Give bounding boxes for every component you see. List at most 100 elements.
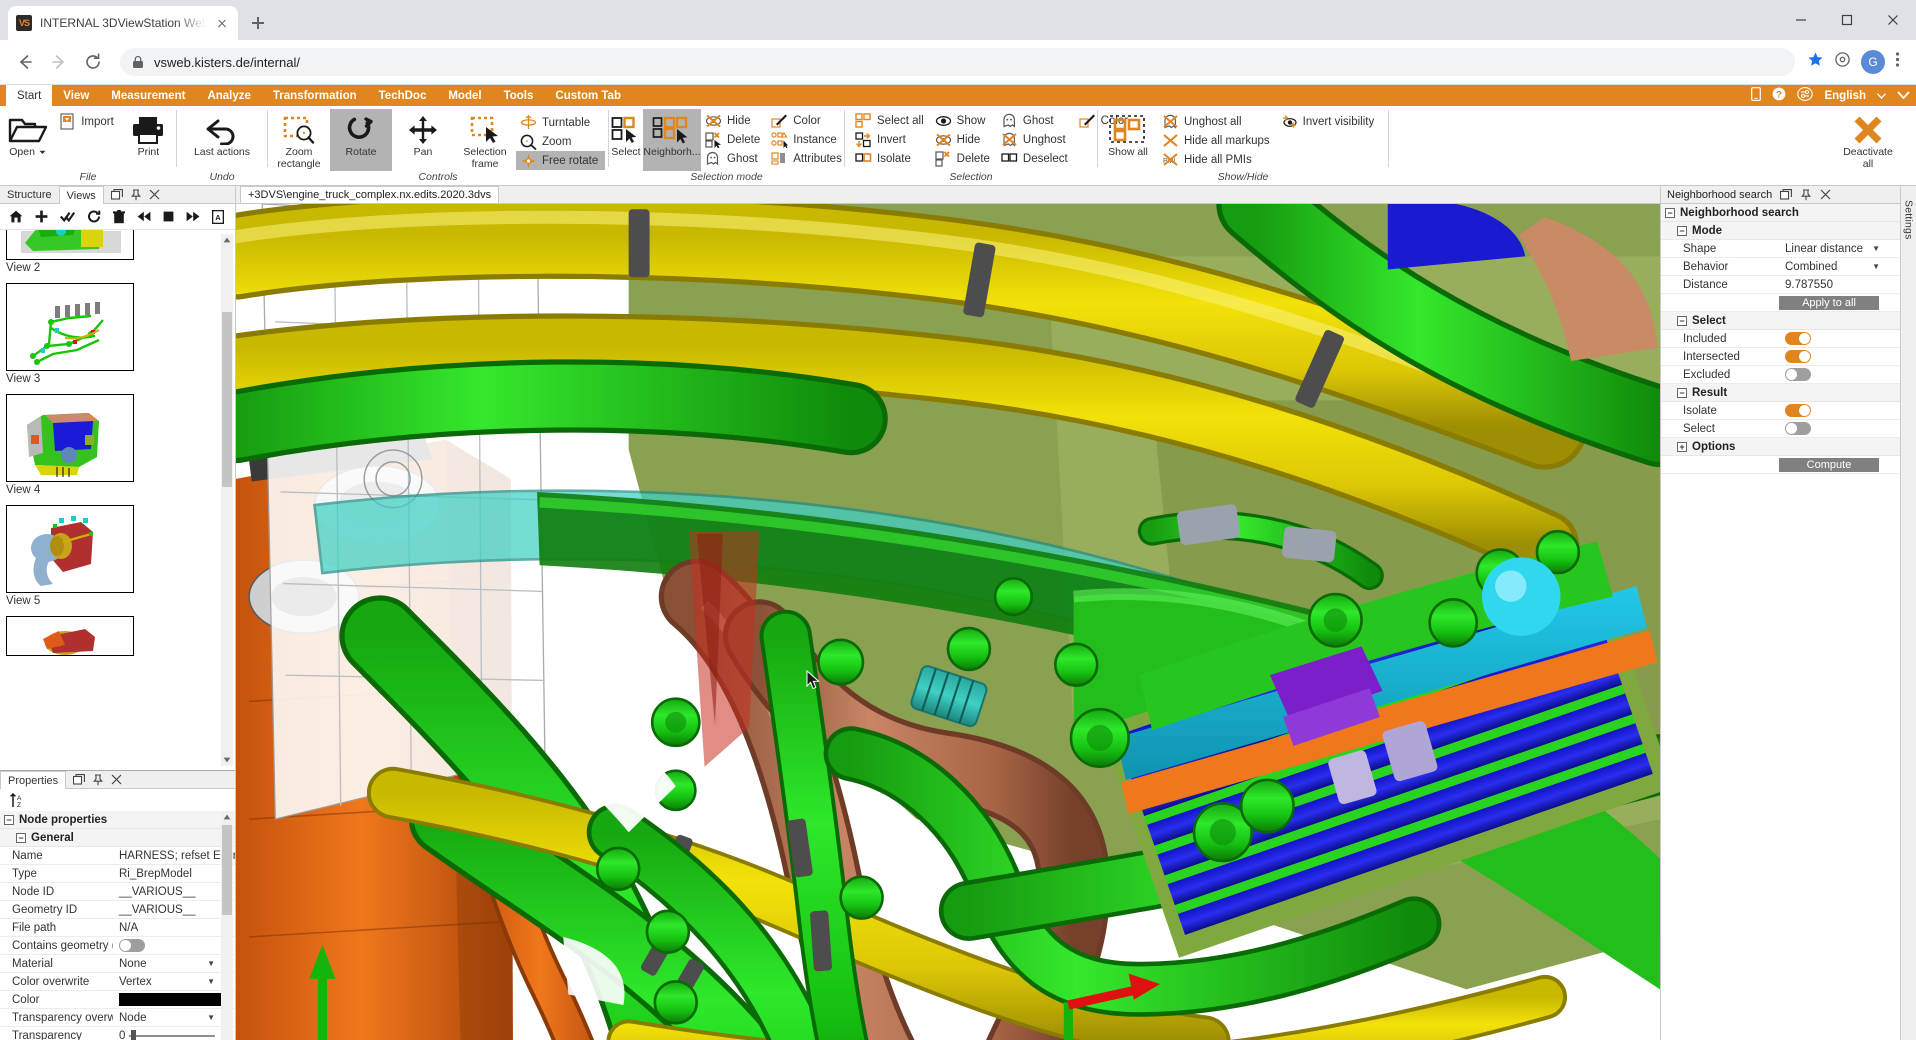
show-button[interactable]: Show — [931, 111, 997, 130]
collapse-icon[interactable]: − — [4, 815, 14, 825]
list-item[interactable]: View 5 — [6, 505, 229, 607]
close-window-icon[interactable] — [1870, 0, 1916, 40]
invert-selection-button[interactable]: Invert — [851, 130, 931, 149]
3d-viewport[interactable] — [236, 204, 1660, 1040]
list-item[interactable]: View 3 — [6, 283, 229, 385]
list-item[interactable]: View 4 — [6, 394, 229, 496]
section-neighborhood-search[interactable]: − Neighborhood search — [1661, 204, 1900, 222]
pan-button[interactable]: Pan — [392, 109, 454, 159]
neighborhood-mode-button[interactable]: Neighborh... — [643, 109, 701, 171]
chevron-down-icon[interactable]: ▼ — [1872, 262, 1880, 271]
included-toggle[interactable] — [1785, 332, 1811, 345]
ribbon-collapse-chevron-icon[interactable] — [1897, 90, 1910, 102]
tab-structure[interactable]: Structure — [0, 186, 59, 203]
view-thumbnail[interactable] — [6, 505, 134, 593]
language-label[interactable]: English — [1824, 90, 1866, 102]
tab-views[interactable]: Views — [59, 186, 104, 204]
hide-button[interactable]: Hide — [931, 130, 997, 149]
chevron-down-icon[interactable]: ▼ — [207, 959, 215, 968]
section-select[interactable]: − Select — [1661, 312, 1900, 330]
sort-az-icon[interactable]: AZ — [9, 793, 25, 808]
chevron-down-icon[interactable]: ▼ — [207, 1013, 215, 1022]
collapse-icon[interactable]: − — [1677, 316, 1687, 326]
close-tab-icon[interactable] — [214, 15, 230, 31]
behavior-select[interactable]: Combined ▼ — [1779, 261, 1900, 273]
document-tab[interactable]: +3DVS\engine_truck_complex.nx.edits.2020… — [240, 186, 499, 203]
chevron-down-icon[interactable]: ▼ — [207, 977, 215, 986]
forward-icon[interactable] — [44, 47, 74, 77]
float-panel-icon[interactable] — [111, 189, 123, 200]
ribbon-tab-tools[interactable]: Tools — [493, 85, 545, 106]
collapse-icon[interactable]: − — [16, 833, 26, 843]
properties-body[interactable]: − Node properties − General Name HARNESS… — [0, 811, 235, 1040]
apply-to-all-button[interactable]: Apply to all — [1779, 296, 1879, 310]
hide-all-markups-button[interactable]: Hide all markups — [1158, 131, 1277, 150]
back-icon[interactable] — [10, 47, 40, 77]
float-panel-icon[interactable] — [73, 774, 85, 785]
select-mode-button[interactable]: Select — [609, 109, 643, 159]
hide-all-pmis-button[interactable]: PMI Hide all PMIs — [1158, 150, 1277, 169]
invert-visibility-button[interactable]: Invert visibility — [1277, 112, 1382, 131]
select-toggle[interactable] — [1785, 422, 1811, 435]
refresh-view-icon[interactable] — [87, 210, 101, 223]
section-node-properties[interactable]: − Node properties — [0, 811, 235, 829]
distance-input[interactable]: 9.787550 — [1779, 279, 1900, 291]
bookmark-star-icon[interactable] — [1807, 51, 1824, 73]
avatar[interactable]: G — [1861, 50, 1885, 74]
selection-frame-button[interactable]: Selection frame — [454, 109, 516, 170]
float-panel-icon[interactable] — [1780, 189, 1792, 200]
ribbon-tab-custom[interactable]: Custom Tab — [544, 85, 632, 106]
transparency-slider[interactable] — [129, 1029, 215, 1040]
unghost-all-button[interactable]: Unghost all — [1158, 112, 1277, 131]
intersected-toggle[interactable] — [1785, 350, 1811, 363]
isolate-button[interactable]: Isolate — [851, 149, 931, 168]
instance-mode-button[interactable]: Instance — [767, 130, 849, 149]
expand-icon[interactable]: + — [1677, 442, 1687, 452]
section-general[interactable]: − General — [0, 829, 235, 847]
add-view-icon[interactable] — [35, 210, 48, 223]
scroll-up-icon[interactable] — [221, 234, 233, 246]
collapse-icon[interactable]: − — [1665, 208, 1675, 218]
deactivate-all-button[interactable]: Deactivate all — [1836, 109, 1900, 170]
close-panel-icon[interactable] — [111, 774, 122, 785]
minimize-icon[interactable] — [1778, 0, 1824, 40]
previous-view-icon[interactable] — [137, 211, 151, 222]
language-chevron-down-icon[interactable] — [1877, 90, 1886, 102]
last-actions-button[interactable]: Last actions — [186, 109, 258, 159]
excluded-toggle[interactable] — [1785, 368, 1811, 381]
pin-panel-icon[interactable] — [92, 774, 104, 786]
delete-view-icon[interactable] — [113, 210, 125, 224]
ghost-button[interactable]: Ghost — [997, 111, 1075, 130]
ribbon-tab-model[interactable]: Model — [437, 85, 492, 106]
scrollbar-thumb[interactable] — [222, 825, 232, 915]
hide-mode-button[interactable]: Hide — [701, 111, 767, 130]
rotate-button[interactable]: Rotate — [330, 109, 392, 171]
section-options[interactable]: + Options — [1661, 438, 1900, 456]
settings-sliders-icon[interactable] — [1797, 87, 1813, 104]
deselect-button[interactable]: Deselect — [997, 149, 1075, 168]
settings-rail[interactable]: Settings — [1900, 186, 1916, 1040]
close-panel-icon[interactable] — [149, 189, 160, 200]
scroll-up-icon[interactable] — [221, 811, 233, 823]
ghost-mode-button[interactable]: Ghost — [701, 149, 767, 168]
extensions-icon[interactable] — [1834, 51, 1851, 73]
attributes-mode-button[interactable]: Attributes — [767, 149, 849, 168]
show-all-button[interactable]: Show all — [1098, 109, 1158, 159]
color-swatch[interactable] — [119, 993, 223, 1006]
contains-geometry-toggle[interactable] — [119, 939, 145, 952]
compute-button[interactable]: Compute — [1779, 458, 1879, 472]
turntable-button[interactable]: Turntable — [516, 113, 605, 132]
close-panel-icon[interactable] — [1820, 189, 1831, 200]
browser-tab[interactable]: VS INTERNAL 3DViewStation WebVi — [8, 6, 238, 40]
tab-properties[interactable]: Properties — [0, 771, 66, 789]
delete-mode-button[interactable]: Delete — [701, 130, 767, 149]
scrollbar-thumb[interactable] — [222, 312, 232, 487]
ribbon-tab-techdoc[interactable]: TechDoc — [368, 85, 438, 106]
open-button[interactable]: Open — [0, 109, 55, 159]
address-bar[interactable]: vsweb.kisters.de/internal/ — [120, 48, 1795, 76]
collapse-icon[interactable]: − — [1677, 388, 1687, 398]
stop-view-icon[interactable] — [163, 211, 174, 222]
view-thumbnail[interactable] — [6, 230, 134, 260]
free-rotate-button[interactable]: Free rotate — [516, 151, 605, 170]
section-mode[interactable]: − Mode — [1661, 222, 1900, 240]
